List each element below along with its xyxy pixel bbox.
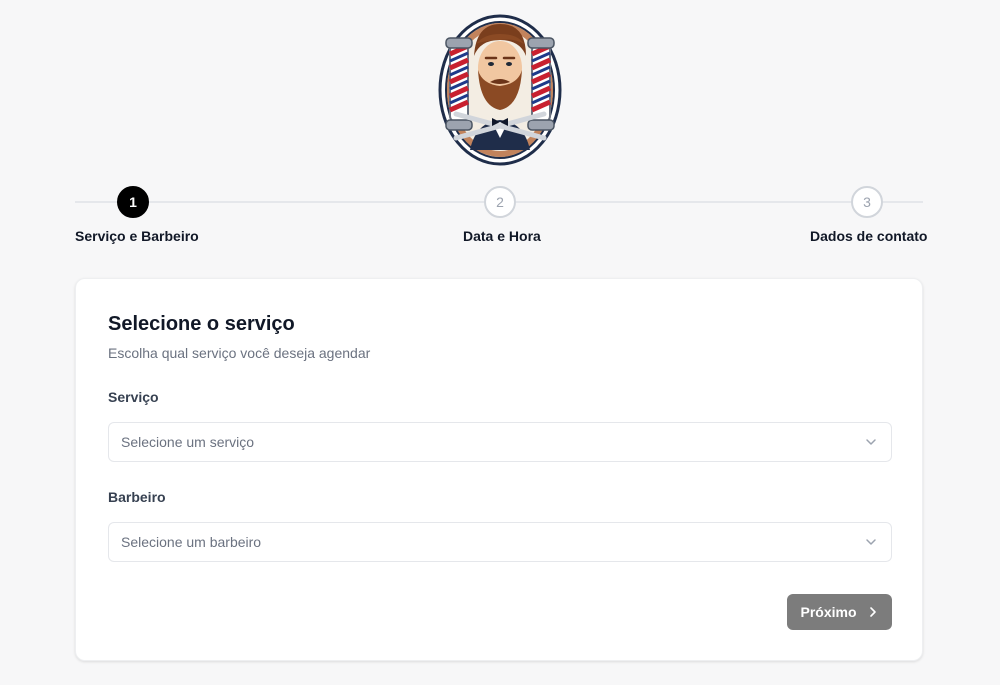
step-3-number: 3: [851, 186, 883, 218]
chevron-down-icon: [866, 539, 876, 545]
next-button[interactable]: Próximo: [787, 594, 892, 630]
next-button-label: Próximo: [800, 604, 857, 620]
progress-stepper: 1 Serviço e Barbeiro 2 Data e Hora 3 Dad…: [75, 186, 927, 246]
chevron-down-icon: [866, 439, 876, 445]
card-title: Selecione o serviço: [108, 313, 295, 335]
barber-select-placeholder: Selecione um barbeiro: [121, 534, 262, 550]
service-selection-card: Selecione o serviço Escolha qual serviço…: [75, 278, 923, 661]
chevron-right-icon: [869, 607, 876, 617]
service-select-placeholder: Selecione um serviço: [121, 434, 255, 450]
barber-field-label: Barbeiro: [108, 489, 166, 505]
card-subtitle: Escolha qual serviço você deseja agendar: [108, 345, 371, 361]
barber-logo: [438, 14, 562, 166]
booking-page: 1 Serviço e Barbeiro 2 Data e Hora 3 Dad…: [0, 0, 1000, 685]
step-3-label: Dados de contato: [810, 228, 928, 244]
step-1-number: 1: [117, 186, 149, 218]
barber-select[interactable]: Selecione um barbeiro: [108, 522, 892, 562]
step-2-number: 2: [484, 186, 516, 218]
step-2-label: Data e Hora: [463, 228, 541, 244]
service-select[interactable]: Selecione um serviço: [108, 422, 892, 462]
service-field-label: Serviço: [108, 389, 159, 405]
step-1-label: Serviço e Barbeiro: [75, 228, 199, 244]
